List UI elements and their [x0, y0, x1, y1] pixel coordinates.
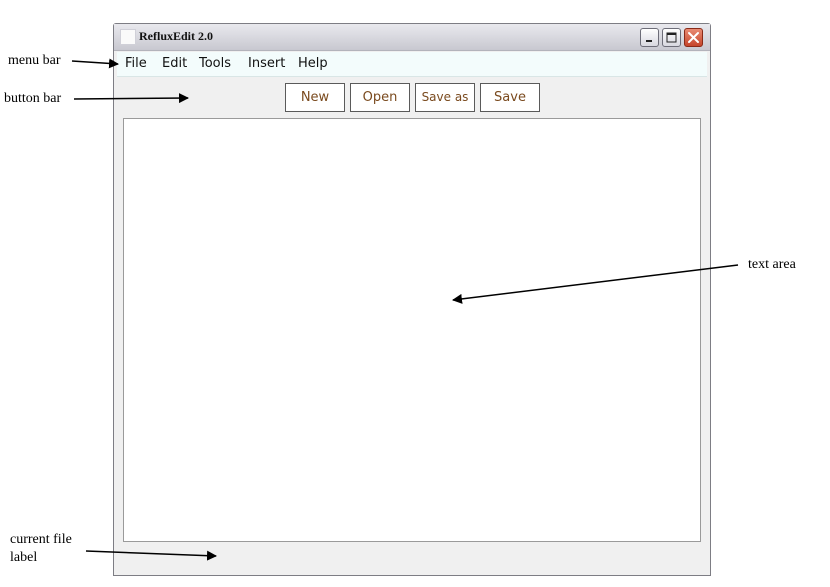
menu-edit[interactable]: Edit [162, 56, 187, 71]
close-icon [688, 32, 699, 43]
menu-bar: File Edit Tools Insert Help [117, 52, 707, 77]
close-button[interactable] [684, 28, 703, 47]
app-window: RefluxEdit 2.0 File Edit Tools Insert He… [113, 23, 711, 576]
title-bar[interactable]: RefluxEdit 2.0 [114, 24, 710, 51]
text-area[interactable] [123, 118, 701, 542]
maximize-button[interactable] [662, 28, 681, 47]
arrow-menu-bar [71, 58, 119, 69]
menu-help[interactable]: Help [298, 56, 328, 71]
current-file-label [123, 546, 701, 570]
window-title: RefluxEdit 2.0 [139, 29, 214, 43]
annotation-button-bar: button bar [4, 91, 62, 106]
minimize-icon [646, 40, 652, 42]
annotation-text-area: text area [748, 257, 796, 272]
menu-insert[interactable]: Insert [248, 56, 285, 71]
app-icon [120, 29, 136, 45]
annotation-current-file-label: current file label [10, 532, 72, 565]
open-button[interactable]: Open [350, 83, 410, 112]
save-button[interactable]: Save [480, 83, 540, 112]
new-button[interactable]: New [285, 83, 345, 112]
menu-file[interactable]: File [125, 56, 147, 71]
maximize-icon [666, 32, 677, 43]
minimize-button[interactable] [640, 28, 659, 47]
save-as-button[interactable]: Save as [415, 83, 475, 112]
menu-tools[interactable]: Tools [199, 56, 231, 71]
annotation-menu-bar: menu bar [8, 53, 61, 68]
